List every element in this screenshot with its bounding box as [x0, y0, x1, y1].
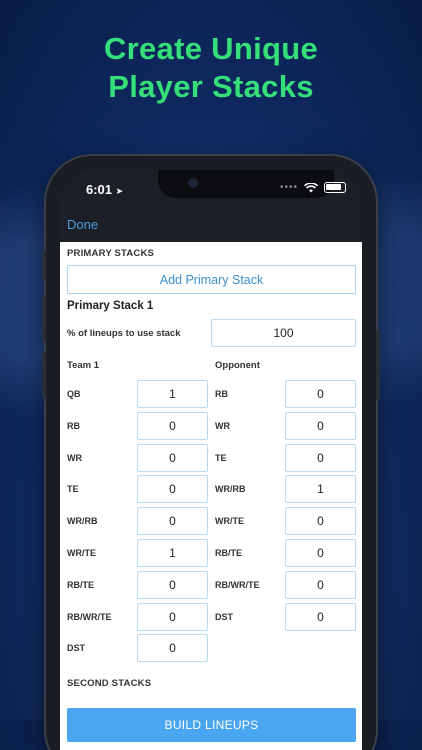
opponent-count-input[interactable]: 1	[285, 475, 356, 504]
done-button[interactable]: Done	[67, 217, 98, 232]
headline-line-1: Create Unique	[103, 31, 319, 66]
team-count-input[interactable]: 1	[137, 539, 208, 567]
location-arrow-icon: ➤	[115, 186, 124, 196]
team-position-label: RB	[67, 420, 80, 431]
opponent-position-label: TE	[215, 452, 227, 463]
opponent-count-input[interactable]: 0	[285, 570, 356, 599]
wifi-icon	[304, 182, 318, 193]
status-icons: ••••	[280, 182, 346, 193]
team-count-input[interactable]: 0	[137, 602, 208, 631]
opponent-count-input[interactable]: 0	[285, 411, 356, 440]
team-count-input[interactable]: 0	[137, 411, 208, 440]
opponent-position-label: RB/TE	[215, 548, 242, 558]
team-position-label: WR/TE	[67, 548, 96, 558]
primary-stacks-heading: PRIMARY STACKS	[67, 248, 155, 259]
add-primary-stack-button[interactable]: Add Primary Stack	[67, 265, 356, 294]
primary-stack-title: Primary Stack 1	[67, 300, 154, 312]
battery-icon	[324, 182, 346, 193]
opponent-position-label: RB/WR/TE	[215, 579, 260, 590]
phone-power-button	[376, 330, 380, 400]
team-column-header: Team 1	[67, 360, 100, 371]
build-lineups-button[interactable]: BUILD LINEUPS	[67, 708, 356, 742]
headline-line-2: Player Stacks	[108, 69, 314, 104]
team-count-input[interactable]: 0	[137, 443, 208, 472]
status-time-text: 6:01	[86, 182, 113, 197]
stack-settings-panel: PRIMARY STACKS Add Primary Stack Primary…	[60, 242, 362, 750]
opponent-position-label: WR/RB	[215, 484, 246, 495]
signal-icon: ••••	[279, 182, 298, 193]
opponent-count-input[interactable]: 0	[285, 443, 356, 472]
opponent-count-input[interactable]: 0	[285, 380, 356, 408]
opponent-position-label: DST	[215, 611, 233, 622]
opponent-count-input[interactable]: 0	[285, 507, 356, 536]
marketing-headline: Create Unique Player Stacks	[0, 30, 422, 106]
opponent-position-label: RB	[215, 389, 228, 399]
second-stacks-heading: SECOND STACKS	[67, 678, 152, 689]
stack-percentage-label: % of lineups to use stack	[67, 328, 181, 339]
opponent-count-input[interactable]: 0	[285, 602, 356, 631]
team-count-input[interactable]: 0	[137, 507, 208, 536]
team-position-label: WR/RB	[67, 516, 98, 527]
team-count-input[interactable]: 0	[137, 475, 208, 504]
phone-screen: 6:01 ➤ •••• Done PRIMARY STACKS Add Prim…	[60, 170, 362, 750]
opponent-count-input[interactable]: 0	[285, 539, 356, 567]
team-position-label: DST	[67, 643, 85, 654]
stack-percentage-input[interactable]: 100	[211, 319, 356, 347]
team-position-label: QB	[67, 389, 81, 399]
phone-volume-up-button	[42, 296, 46, 342]
opponent-position-label: WR/TE	[215, 516, 244, 527]
phone-volume-down-button	[42, 352, 46, 398]
team-position-label: RB/TE	[67, 579, 94, 590]
team-position-label: TE	[67, 484, 79, 495]
camera-icon	[188, 178, 198, 188]
team-position-label: WR	[67, 452, 82, 463]
team-count-input[interactable]: 0	[137, 570, 208, 599]
status-time: 6:01 ➤	[86, 182, 123, 197]
team-position-label: RB/WR/TE	[67, 611, 112, 622]
phone-side-button	[42, 250, 46, 280]
team-count-input[interactable]: 0	[137, 634, 208, 663]
opponent-position-label: WR	[215, 420, 230, 431]
team-count-input[interactable]: 1	[137, 380, 208, 408]
opponent-column-header: Opponent	[215, 360, 260, 371]
